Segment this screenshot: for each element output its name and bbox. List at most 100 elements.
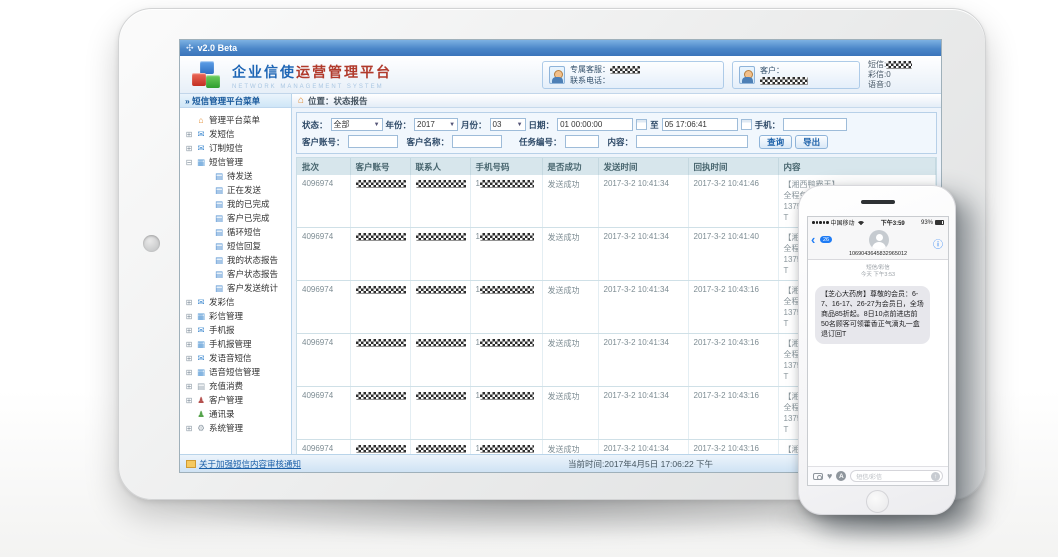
tree-expander-icon[interactable]: ⊞	[185, 144, 193, 153]
tree-expander-icon[interactable]: ⊞	[185, 298, 193, 307]
sidebar-item-label: 彩信管理	[209, 310, 243, 322]
sidebar-item-sub-6[interactable]: ▤我的状态报告	[185, 253, 291, 267]
month-value: 03	[493, 120, 502, 129]
tree-expander-icon[interactable]: ⊞	[185, 326, 193, 335]
message-input-placeholder: 短信/彩信	[856, 472, 882, 481]
sidebar-item-menu-7[interactable]: ⊞✉发语音短信	[185, 351, 291, 365]
sidebar-item-menu-11[interactable]: ♟通讯录	[185, 407, 291, 421]
month-select[interactable]: 03▼	[490, 118, 526, 131]
avatar[interactable]	[869, 230, 889, 250]
status-value: 全部	[334, 119, 350, 130]
cell-send-time: 2017-3-2 10:41:34	[598, 440, 688, 455]
table-icon: ▦	[196, 367, 206, 378]
name-input[interactable]	[452, 135, 502, 148]
account-label: 客户账号：	[302, 136, 345, 148]
phone-status-bar: 中国移动 下午3:59 93%	[808, 217, 948, 228]
sidebar-item-menu-10[interactable]: ⊞♟客户管理	[185, 393, 291, 407]
back-chevron-icon[interactable]: ‹	[811, 234, 815, 246]
cell-send-time: 2017-3-2 10:41:34	[598, 334, 688, 387]
sidebar-item-menu-9[interactable]: ⊞▤充值消费	[185, 379, 291, 393]
carrier-label: 中国移动	[831, 218, 855, 227]
breadcrumb: ⌂ 位置：状态报告	[292, 94, 941, 108]
table-icon: ▦	[196, 311, 206, 322]
sidebar-item-label: 客户已完成	[227, 212, 270, 224]
sidebar-item-sub-7[interactable]: ▤客户状态报告	[185, 267, 291, 281]
tree-expander-icon[interactable]: ⊞	[185, 396, 193, 405]
account-input[interactable]	[348, 135, 398, 148]
sidebar-item-sub-8[interactable]: ▤客户发送统计	[185, 281, 291, 295]
sidebar-item-sub-0[interactable]: ▤待发送	[185, 169, 291, 183]
mobile-input[interactable]	[783, 118, 847, 131]
logo-cube-red	[192, 73, 206, 86]
apps-icon[interactable]: A	[836, 471, 846, 481]
sidebar-item-sub-2[interactable]: ▤我的已完成	[185, 197, 291, 211]
sidebar-item-label: 发彩信	[209, 296, 235, 308]
battery-percent: 93%	[921, 220, 933, 226]
tree-expander-icon[interactable]: ⊞	[185, 340, 193, 349]
sidebar-item-menu-12[interactable]: ⊞⚙系统管理	[185, 421, 291, 435]
home-icon: ⌂	[196, 115, 206, 125]
customer-info-box: 客户：	[732, 61, 860, 89]
notice-envelope-icon	[186, 460, 196, 468]
sidebar-item-menu-4[interactable]: ⊞▦彩信管理	[185, 309, 291, 323]
message-input[interactable]: 短信/彩信 ↑	[850, 470, 943, 482]
window-titlebar: ✣ v2.0 Beta	[180, 40, 941, 56]
sidebar-item-sub-4[interactable]: ▤循环短信	[185, 225, 291, 239]
camera-icon[interactable]	[813, 473, 823, 480]
tree-expander-icon[interactable]: ⊟	[185, 158, 193, 167]
mail-icon: ✉	[196, 297, 206, 308]
task-input[interactable]	[565, 135, 599, 148]
tree-expander-icon[interactable]: ⊞	[185, 354, 193, 363]
table-icon: ▦	[196, 157, 206, 168]
sidebar-item-sub-1[interactable]: ▤正在发送	[185, 183, 291, 197]
cell-phone: 1	[470, 440, 542, 455]
tree-expander-icon[interactable]: ⊞	[185, 130, 193, 139]
tree-expander-icon[interactable]: ⊞	[185, 382, 193, 391]
page-icon: ▤	[214, 283, 224, 294]
phone-speaker	[861, 200, 895, 204]
sidebar-item-root[interactable]: ⌂管理平台菜单	[185, 113, 291, 127]
calendar-icon[interactable]	[741, 119, 752, 130]
unread-badge[interactable]: 26	[820, 236, 832, 243]
year-select[interactable]: 2017▼	[414, 118, 458, 131]
sidebar-item-menu-5[interactable]: ⊞✉手机报	[185, 323, 291, 337]
masked-value	[480, 180, 534, 188]
date-from-input[interactable]	[557, 118, 633, 131]
contact-phone-label: 联系电话：	[570, 76, 610, 85]
tree-expander-icon[interactable]: ⊞	[185, 368, 193, 377]
sidebar-item-sub-5[interactable]: ▤短信回复	[185, 239, 291, 253]
sidebar-item-menu-8[interactable]: ⊞▦语音短信管理	[185, 365, 291, 379]
home-button[interactable]	[866, 490, 889, 513]
message-bubble: 【芝心大药房】尊敬的会员：6-7、16-17、26-27为会员日，全场商品85折…	[815, 286, 930, 344]
sidebar-item-menu-0[interactable]: ⊞✉发短信	[185, 127, 291, 141]
customer-label: 客户：	[760, 65, 808, 76]
search-button[interactable]: 查询	[759, 135, 792, 149]
export-button[interactable]: 导出	[795, 135, 828, 149]
sidebar-item-menu-1[interactable]: ⊞✉订制短信	[185, 141, 291, 155]
cell-reply-time: 2017-3-2 10:43:16	[688, 440, 778, 455]
sidebar-item-label: 手机报	[209, 324, 235, 336]
send-button[interactable]: ↑	[931, 472, 940, 481]
digital-touch-icon[interactable]: ♥	[827, 472, 832, 481]
date-to-input[interactable]	[662, 118, 738, 131]
calendar-icon[interactable]	[636, 119, 647, 130]
phone-clock: 下午3:59	[865, 218, 921, 227]
sidebar-item-menu-6[interactable]: ⊞▦手机报管理	[185, 337, 291, 351]
sidebar-item-menu-2[interactable]: ⊟▦短信管理	[185, 155, 291, 169]
content-input[interactable]	[636, 135, 748, 148]
masked-value	[356, 286, 406, 294]
info-icon[interactable]: ⓘ	[933, 236, 943, 251]
notice-link[interactable]: 关于加强短信内容审核通知	[186, 458, 301, 470]
tree-expander-icon[interactable]: ⊞	[185, 312, 193, 321]
sidebar-item-menu-3[interactable]: ⊞✉发彩信	[185, 295, 291, 309]
cell-account	[350, 281, 410, 334]
cell-account	[350, 387, 410, 440]
thread-note: 短信/彩信 今天 下午3:53	[808, 265, 948, 279]
status-select[interactable]: 全部▼	[331, 118, 383, 131]
cell-phone: 1	[470, 175, 542, 228]
sidebar-item-sub-3[interactable]: ▤客户已完成	[185, 211, 291, 225]
content-label: 内容：	[608, 136, 634, 148]
version-label: v2.0 Beta	[198, 43, 238, 53]
tree-expander-icon[interactable]: ⊞	[185, 424, 193, 433]
masked-value	[480, 392, 534, 400]
